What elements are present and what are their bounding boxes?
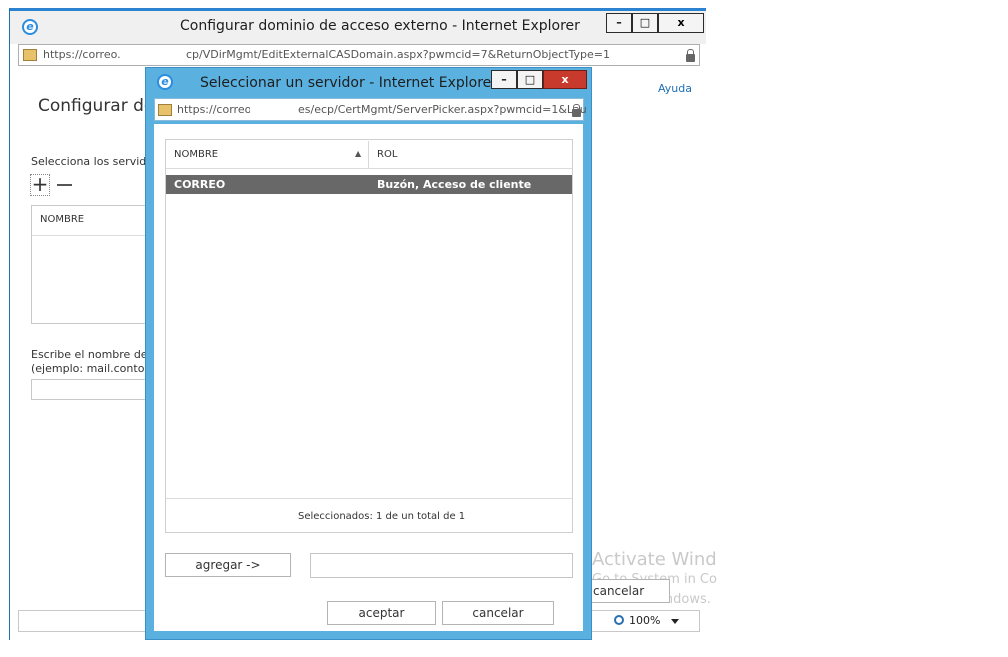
ie-logo-icon: e (22, 19, 38, 35)
servers-grid (165, 139, 573, 533)
add-button[interactable]: agregar -> (165, 553, 291, 577)
dialog-address-prefix: https://correo. (177, 103, 255, 116)
row-server-name: CORREO (174, 178, 226, 191)
outer-maximize-button[interactable]: □ (632, 13, 658, 33)
zoom-icon (614, 615, 624, 625)
cancel-button[interactable]: cancelar (442, 601, 554, 625)
outer-window-title: Configurar dominio de acceso externo - I… (180, 18, 580, 34)
servers-grid-header (166, 140, 572, 169)
address-redaction (120, 46, 184, 64)
domain-prompt-line2: (ejemplo: mail.contoso (31, 362, 157, 375)
dialog-page-icon (158, 104, 172, 116)
domain-prompt-line1: Escribe el nombre de d (31, 348, 159, 361)
page-icon (23, 49, 37, 61)
column-header-role[interactable]: ROL (377, 149, 397, 160)
remove-server-button[interactable] (57, 184, 72, 186)
outer-address-prefix: https://correo. (43, 48, 121, 61)
dialog-title: Seleccionar un servidor - Internet Explo… (200, 75, 498, 91)
dialog-address-path: es/ecp/CertMgmt/ServerPicker.aspx?pwmcid… (298, 103, 587, 116)
outer-minimize-button[interactable]: – (606, 13, 632, 33)
ok-button[interactable]: aceptar (327, 601, 436, 625)
add-server-button[interactable]: + (30, 174, 50, 196)
servers-label: Selecciona los servidor (31, 155, 158, 168)
selection-count: Seleccionados: 1 de un total de 1 (298, 511, 466, 522)
zoom-level[interactable]: 100% (629, 614, 660, 627)
dialog-close-button[interactable]: x (543, 70, 587, 89)
outer-close-button[interactable]: x (658, 13, 704, 33)
dialog-maximize-button[interactable]: □ (517, 70, 543, 89)
dialog-minimize-button[interactable]: – (491, 70, 517, 89)
help-link[interactable]: Ayuda (658, 82, 692, 95)
column-header-name[interactable]: NOMBRE (174, 149, 218, 160)
outer-window-left-edge (9, 8, 10, 640)
servers-list-divider (32, 235, 154, 236)
dialog-address-redaction (250, 101, 298, 119)
zoom-dropdown-icon[interactable] (671, 619, 679, 624)
grid-footer-divider (166, 498, 572, 499)
column-divider (368, 141, 369, 168)
selected-servers-field[interactable] (310, 553, 573, 578)
outer-address-path: cp/VDirMgmt/EditExternalCASDomain.aspx?p… (186, 48, 611, 61)
servers-name-column: NOMBRE (40, 214, 85, 225)
domain-input[interactable] (31, 379, 155, 400)
row-server-role: Buzón, Acceso de cliente (377, 178, 532, 191)
lock-icon (686, 49, 695, 62)
activation-watermark-line1: Activate Wind (592, 549, 717, 570)
dialog-ie-logo-icon: e (157, 74, 173, 90)
background-cancel-button[interactable]: cancelar (588, 579, 670, 603)
sort-ascending-icon[interactable]: ▲ (355, 149, 361, 158)
dialog-lock-icon (572, 104, 581, 117)
